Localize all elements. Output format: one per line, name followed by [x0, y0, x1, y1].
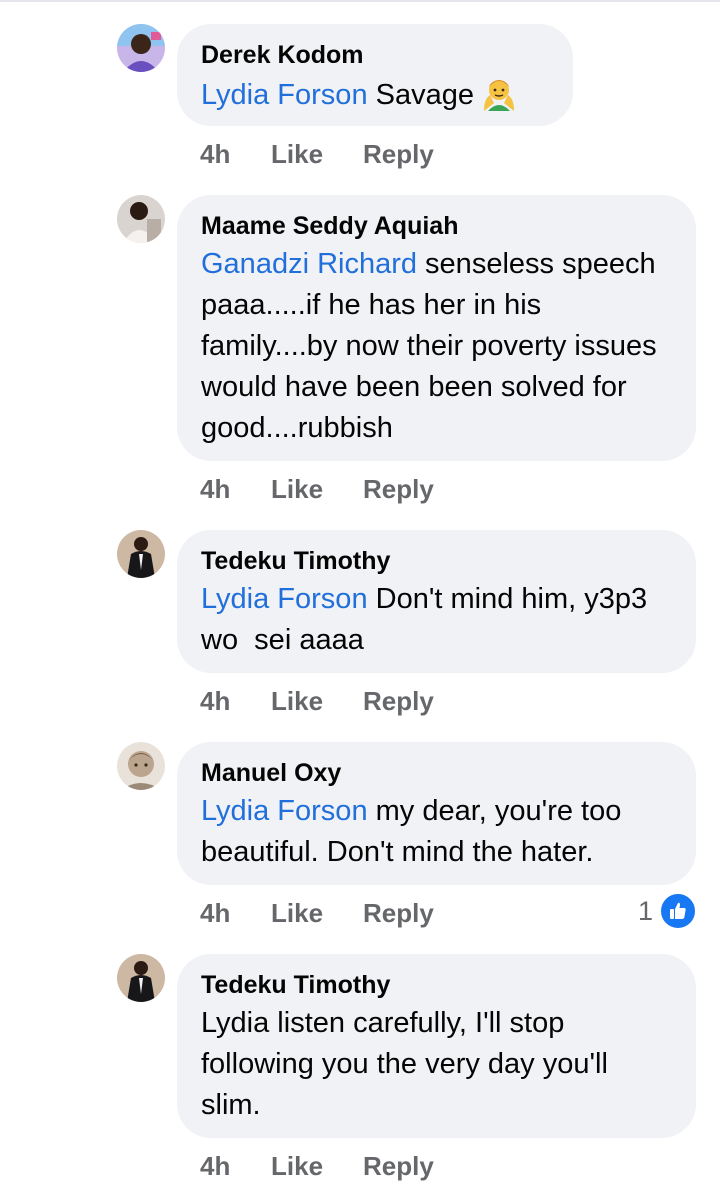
- avatar[interactable]: [117, 195, 165, 243]
- comment-body: Lydia listen carefully, I'll stop follow…: [201, 1007, 608, 1121]
- comment-text: Lydia Forson Savage: [201, 73, 549, 116]
- avatar[interactable]: [117, 742, 165, 790]
- avatar[interactable]: [117, 530, 165, 578]
- thumbs-up-icon: [659, 892, 698, 930]
- like-button[interactable]: Like: [271, 136, 323, 172]
- reply-button[interactable]: Reply: [363, 895, 434, 931]
- comment-timestamp: 4h: [200, 1151, 231, 1181]
- avatar[interactable]: [117, 954, 165, 1002]
- mention-link[interactable]: Lydia Forson: [201, 79, 368, 111]
- comment-text: Lydia listen carefully, I'll stop follow…: [201, 1003, 672, 1126]
- comment-bubble: Maame Seddy Aquiah Ganadzi Richard sense…: [177, 195, 696, 461]
- reaction-summary[interactable]: 1: [638, 892, 698, 930]
- reply-button[interactable]: Reply: [363, 683, 434, 719]
- comment-author[interactable]: Tedeku Timothy: [201, 969, 672, 1001]
- comment-body: Savage: [367, 79, 474, 111]
- comment-bubble: Tedeku Timothy Lydia listen carefully, I…: [177, 954, 696, 1138]
- mention-link[interactable]: Lydia Forson: [201, 583, 368, 615]
- comment-timestamp: 4h: [200, 898, 231, 928]
- mention-link[interactable]: Lydia Forson: [201, 795, 368, 827]
- reply-button[interactable]: Reply: [363, 1148, 434, 1184]
- avatar[interactable]: [117, 24, 165, 72]
- like-button[interactable]: Like: [271, 895, 323, 931]
- comment-author[interactable]: Derek Kodom: [201, 39, 549, 71]
- comment-author[interactable]: Manuel Oxy: [201, 757, 672, 789]
- comment-bubble: Manuel Oxy Lydia Forson my dear, you're …: [177, 742, 696, 885]
- reaction-count: 1: [638, 895, 654, 926]
- reply-button[interactable]: Reply: [363, 136, 434, 172]
- mention-link[interactable]: Ganadzi Richard: [201, 248, 417, 280]
- comment-text: Lydia Forson my dear, you're too beautif…: [201, 791, 672, 873]
- like-button[interactable]: Like: [271, 683, 323, 719]
- like-button[interactable]: Like: [271, 1148, 323, 1184]
- comment-author[interactable]: Tedeku Timothy: [201, 545, 672, 577]
- person-gesturing-no-emoji-icon: [480, 73, 518, 111]
- reply-button[interactable]: Reply: [363, 471, 434, 507]
- like-button[interactable]: Like: [271, 471, 323, 507]
- comment-bubble: Derek Kodom Lydia Forson Savage: [177, 24, 573, 126]
- comment-author[interactable]: Maame Seddy Aquiah: [201, 210, 672, 242]
- comment-text: Lydia Forson Don't mind him, y3p3 wo sei…: [201, 579, 672, 661]
- comment-timestamp: 4h: [200, 474, 231, 504]
- comment-timestamp: 4h: [200, 139, 231, 169]
- comment-bubble: Tedeku Timothy Lydia Forson Don't mind h…: [177, 530, 696, 673]
- top-divider: [0, 0, 720, 2]
- comment-timestamp: 4h: [200, 686, 231, 716]
- comment-text: Ganadzi Richard senseless speech paaa...…: [201, 244, 672, 449]
